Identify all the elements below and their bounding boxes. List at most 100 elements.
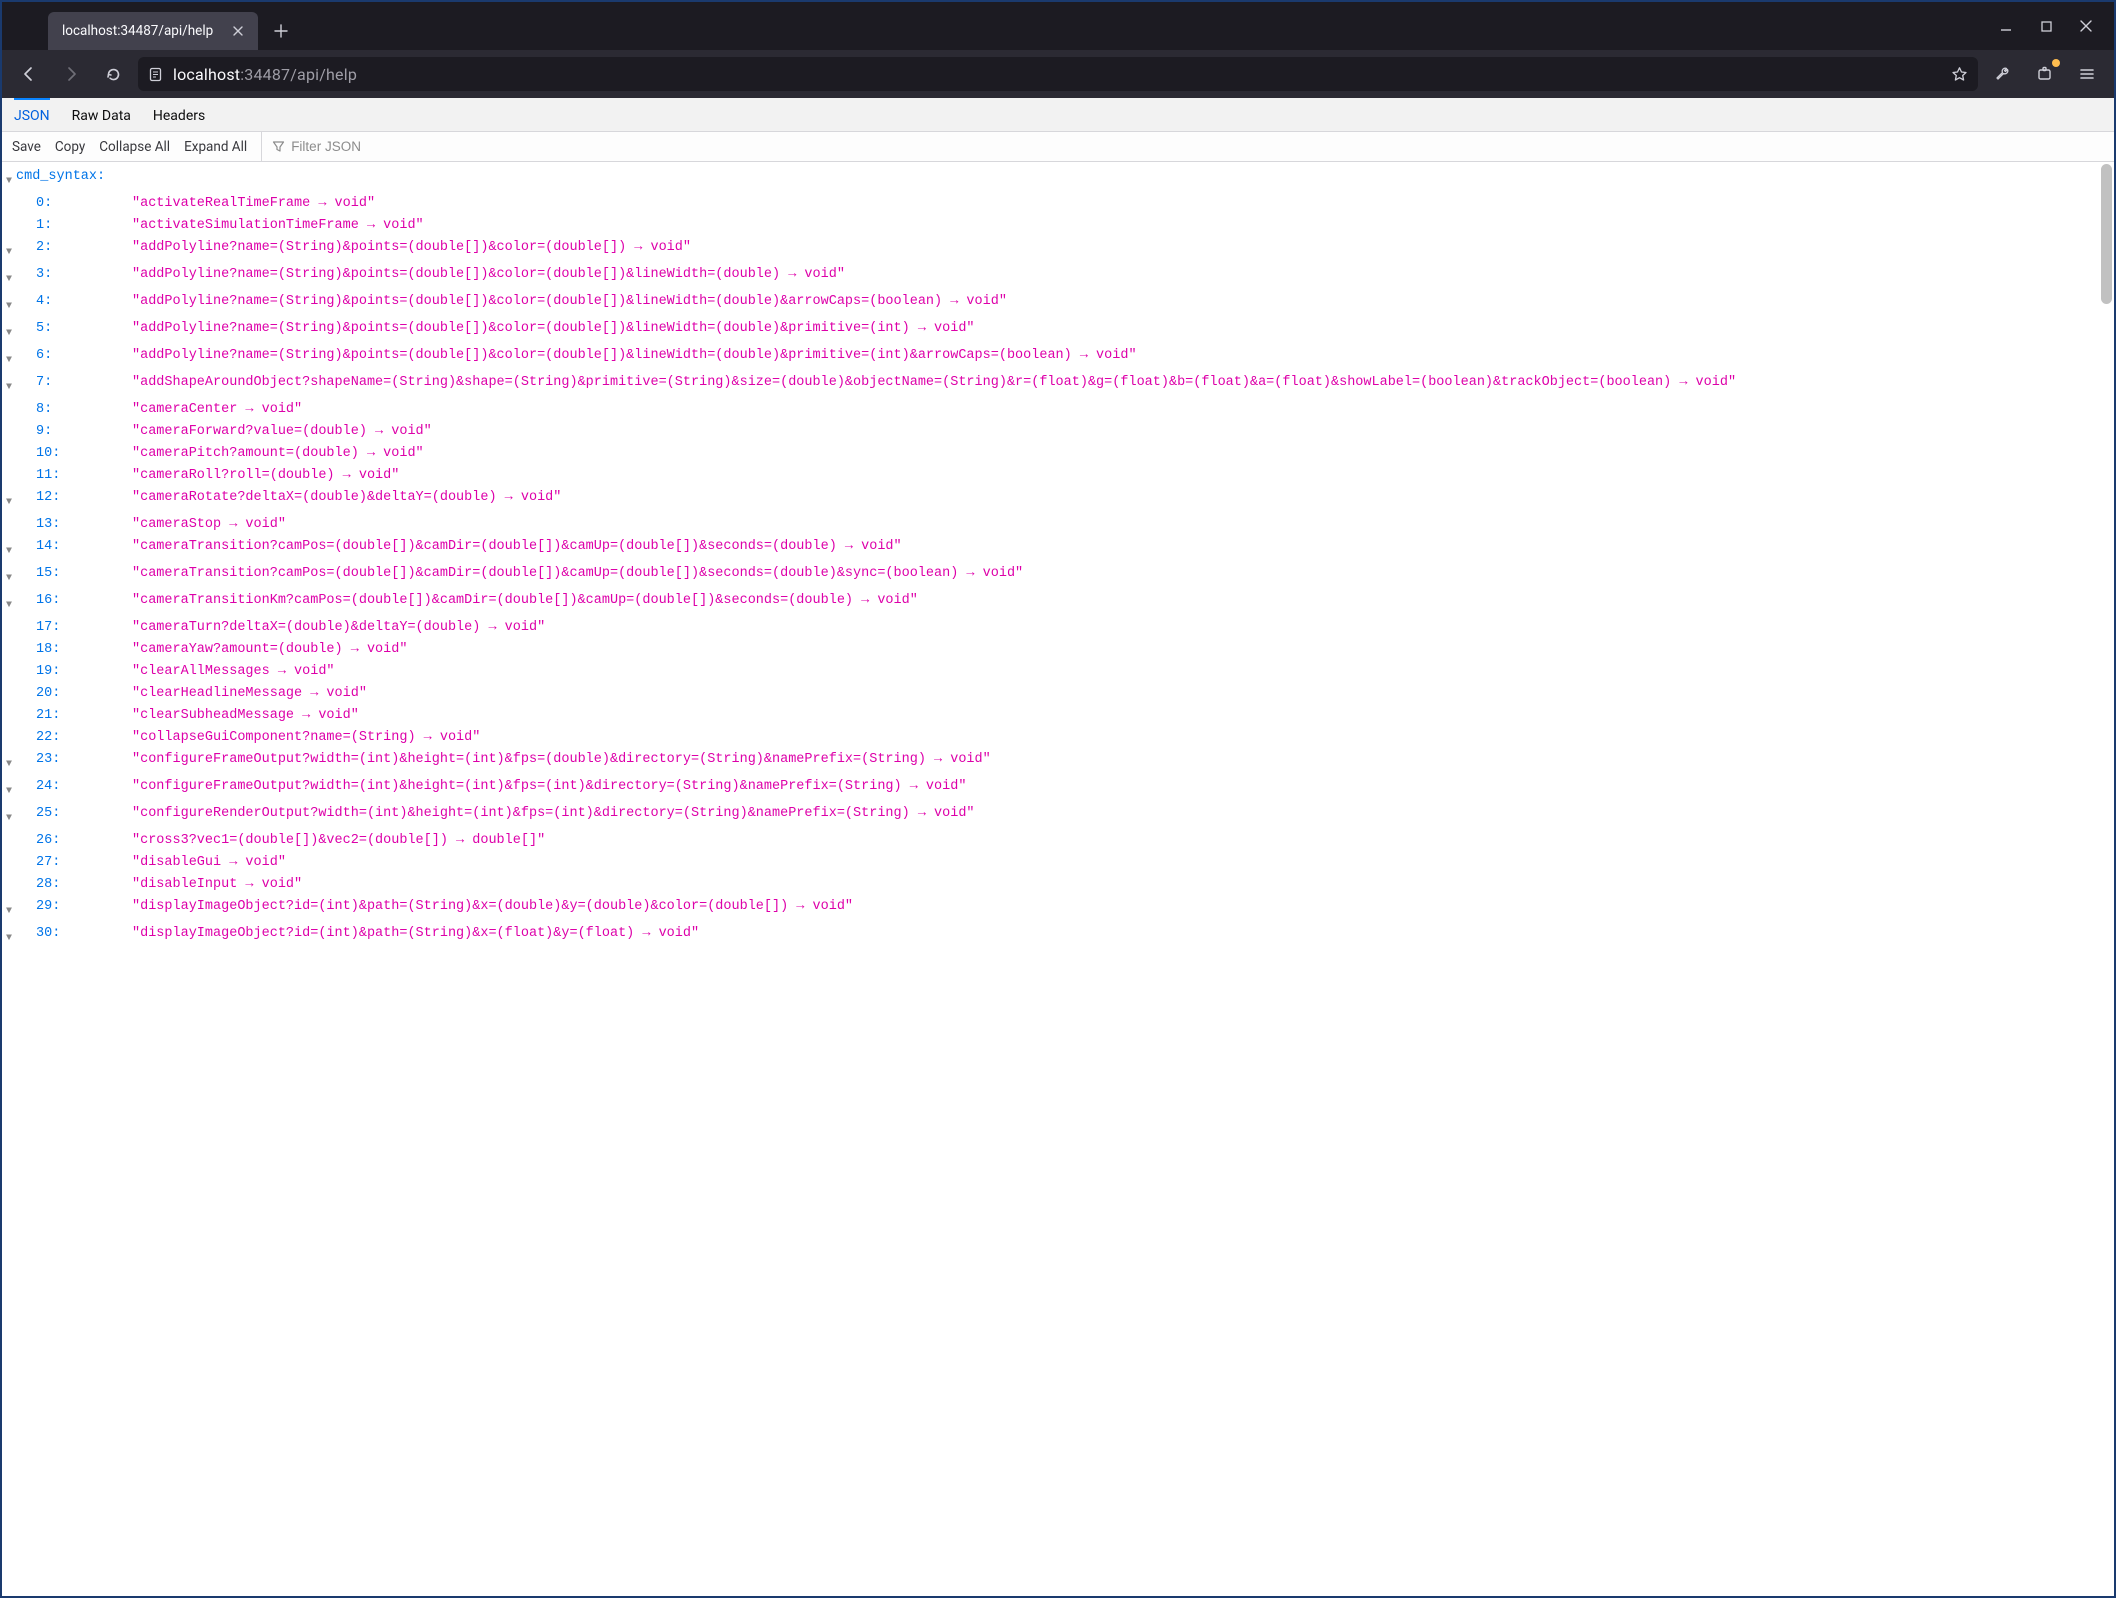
twisty-icon[interactable]: ▼	[2, 345, 16, 372]
forward-button[interactable]	[54, 57, 88, 91]
scrollbar-thumb[interactable]	[2101, 164, 2112, 304]
browser-tab[interactable]: localhost:34487/api/help	[48, 12, 258, 50]
twisty-icon[interactable]: ▼	[2, 776, 16, 803]
tab-json[interactable]: JSON	[14, 98, 50, 131]
json-entry-row[interactable]: 28:"disableInput → void"	[2, 874, 2114, 896]
json-key: 4:	[36, 291, 52, 313]
twisty-icon[interactable]: ▼	[2, 923, 16, 950]
json-entry-row[interactable]: 13: "cameraStop → void"	[2, 514, 2114, 536]
back-button[interactable]	[12, 57, 46, 91]
twisty-icon[interactable]: ▼	[2, 536, 16, 563]
twisty-icon[interactable]: ▼	[2, 237, 16, 264]
json-value: "addShapeAroundObject?shapeName=(String)…	[132, 375, 1736, 390]
twisty-icon[interactable]: ▼	[2, 318, 16, 345]
json-entry-row[interactable]: 21:"clearSubheadMessage → void"	[2, 705, 2114, 727]
json-entry-row[interactable]: 27:"disableGui → void"	[2, 852, 2114, 874]
twisty-icon[interactable]: ▼	[2, 166, 16, 193]
json-entry-row[interactable]: ▼24:"configureFrameOutput?width=(int)&he…	[2, 776, 2114, 803]
json-entry-row[interactable]: 17:"cameraTurn?deltaX=(double)&deltaY=(d…	[2, 617, 2114, 639]
json-entry-row[interactable]: ▼29:"displayImageObject?id=(int)&path=(S…	[2, 896, 2114, 923]
close-window-button[interactable]	[2076, 16, 2096, 36]
twisty-icon[interactable]: ▼	[2, 749, 16, 776]
twisty-icon[interactable]: ▼	[2, 803, 16, 830]
json-key: 25:	[36, 803, 60, 825]
json-entry-row[interactable]: ▼ 7: "addShapeAroundObject?shapeName=(Stri…	[2, 372, 2114, 399]
json-value: "addPolyline?name=(String)&points=(doubl…	[132, 240, 691, 255]
json-value: "addPolyline?name=(String)&points=(doubl…	[132, 294, 1007, 309]
json-entry-row[interactable]: ▼14:"cameraTransition?camPos=(double[])&…	[2, 536, 2114, 563]
json-entry-row[interactable]: 8:"cameraCenter → void"	[2, 399, 2114, 421]
json-value: "addPolyline?name=(String)&points=(doubl…	[132, 348, 1137, 363]
json-key: 8:	[36, 399, 52, 421]
json-entry-row[interactable]: ▼23:"configureFrameOutput?width=(int)&he…	[2, 749, 2114, 776]
json-key: 26:	[36, 830, 60, 852]
browser-tab-label: localhost:34487/api/help	[62, 23, 218, 39]
twisty-icon[interactable]: ▼	[2, 291, 16, 318]
reload-button[interactable]	[96, 57, 130, 91]
expand-all-button[interactable]: Expand All	[184, 139, 247, 155]
json-entry-row[interactable]: 22:"collapseGuiComponent?name=(String) →…	[2, 727, 2114, 749]
json-root-row[interactable]: ▼ cmd_syntax:	[2, 166, 2114, 193]
json-key: 13:	[36, 514, 60, 536]
json-key: 7:	[36, 372, 52, 394]
json-value: "clearHeadlineMessage → void"	[132, 686, 367, 701]
save-button[interactable]: Save	[12, 139, 41, 155]
twisty-icon[interactable]: ▼	[2, 563, 16, 590]
close-tab-icon[interactable]	[228, 21, 248, 41]
app-menu-button[interactable]	[2070, 57, 2104, 91]
new-tab-button[interactable]	[264, 14, 298, 48]
json-key: 30:	[36, 923, 60, 945]
json-value: "cameraForward?value=(double) → void"	[132, 424, 432, 439]
json-key: 12:	[36, 487, 60, 509]
json-entry-row[interactable]: ▼25:"configureRenderOutput?width=(int)&h…	[2, 803, 2114, 830]
twisty-icon[interactable]: ▼	[2, 896, 16, 923]
twisty-icon[interactable]: ▼	[2, 590, 16, 617]
tab-headers[interactable]: Headers	[153, 98, 205, 131]
json-value: "cross3?vec1=(double[])&vec2=(double[]) …	[132, 833, 545, 848]
url-bar[interactable]: localhost:34487/api/help	[138, 57, 1978, 91]
json-entry-row[interactable]: 1:"activateSimulationTimeFrame → void"	[2, 215, 2114, 237]
json-value: "collapseGuiComponent?name=(String) → vo…	[132, 730, 480, 745]
json-entry-row[interactable]: ▼ 12: "cameraRotate?deltaX=(double)&deltaY…	[2, 487, 2114, 514]
collapse-all-button[interactable]: Collapse All	[99, 139, 170, 155]
json-entry-row[interactable]: 26: "cross3?vec1=(double[])&vec2=(double[…	[2, 830, 2114, 852]
scrollbar[interactable]	[2100, 164, 2112, 1594]
json-key: 18:	[36, 639, 60, 661]
json-entry-row[interactable]: ▼2:"addPolyline?name=(String)&points=(do…	[2, 237, 2114, 264]
json-entry-row[interactable]: ▼30:"displayImageObject?id=(int)&path=(S…	[2, 923, 2114, 950]
json-entry-row[interactable]: ▼ 4: "addPolyline?name=(String)&points=(do…	[2, 291, 2114, 318]
json-entry-row[interactable]: ▼5:"addPolyline?name=(String)&points=(do…	[2, 318, 2114, 345]
maximize-button[interactable]	[2036, 16, 2056, 36]
bookmark-star-icon[interactable]	[1951, 66, 1968, 83]
json-value: "cameraStop → void"	[132, 517, 286, 532]
json-value: "activateSimulationTimeFrame → void"	[132, 218, 424, 233]
json-entry-row[interactable]: ▼16:"cameraTransitionKm?camPos=(double[]…	[2, 590, 2114, 617]
copy-button[interactable]: Copy	[55, 139, 85, 155]
json-entry-row[interactable]: 20:"clearHeadlineMessage → void"	[2, 683, 2114, 705]
json-entry-row[interactable]: 10:"cameraPitch?amount=(double) → void"	[2, 443, 2114, 465]
json-entry-row[interactable]: 18:"cameraYaw?amount=(double) → void"	[2, 639, 2114, 661]
json-value: "cameraRotate?deltaX=(double)&deltaY=(do…	[132, 490, 561, 505]
filter-json-input[interactable]	[291, 139, 471, 154]
twisty-icon	[2, 215, 16, 220]
twisty-icon[interactable]: ▼	[2, 487, 16, 514]
json-entry-row[interactable]: 0:"activateRealTimeFrame → void"	[2, 193, 2114, 215]
twisty-icon[interactable]: ▼	[2, 264, 16, 291]
json-entry-row[interactable]: ▼3:"addPolyline?name=(String)&points=(do…	[2, 264, 2114, 291]
json-key: 29:	[36, 896, 60, 918]
page-info-icon[interactable]	[148, 67, 163, 82]
filter-icon	[272, 140, 285, 153]
json-entry-row[interactable]: 11:"cameraRoll?roll=(double) → void"	[2, 465, 2114, 487]
tab-raw-data[interactable]: Raw Data	[72, 98, 131, 131]
json-entry-row[interactable]: 19:"clearAllMessages → void"	[2, 661, 2114, 683]
devtools-button[interactable]	[1986, 57, 2020, 91]
extensions-button[interactable]	[2028, 57, 2062, 91]
json-entry-row[interactable]: ▼6:"addPolyline?name=(String)&points=(do…	[2, 345, 2114, 372]
json-entry-row[interactable]: 9:"cameraForward?value=(double) → void"	[2, 421, 2114, 443]
json-tree-viewport[interactable]: ▼ cmd_syntax: 0:"activateRealTimeFrame →…	[2, 162, 2114, 1596]
json-value: "addPolyline?name=(String)&points=(doubl…	[132, 321, 975, 336]
twisty-icon[interactable]: ▼	[2, 372, 16, 399]
twisty-icon	[2, 399, 16, 404]
minimize-button[interactable]	[1996, 16, 2016, 36]
json-entry-row[interactable]: ▼15:"cameraTransition?camPos=(double[])&…	[2, 563, 2114, 590]
